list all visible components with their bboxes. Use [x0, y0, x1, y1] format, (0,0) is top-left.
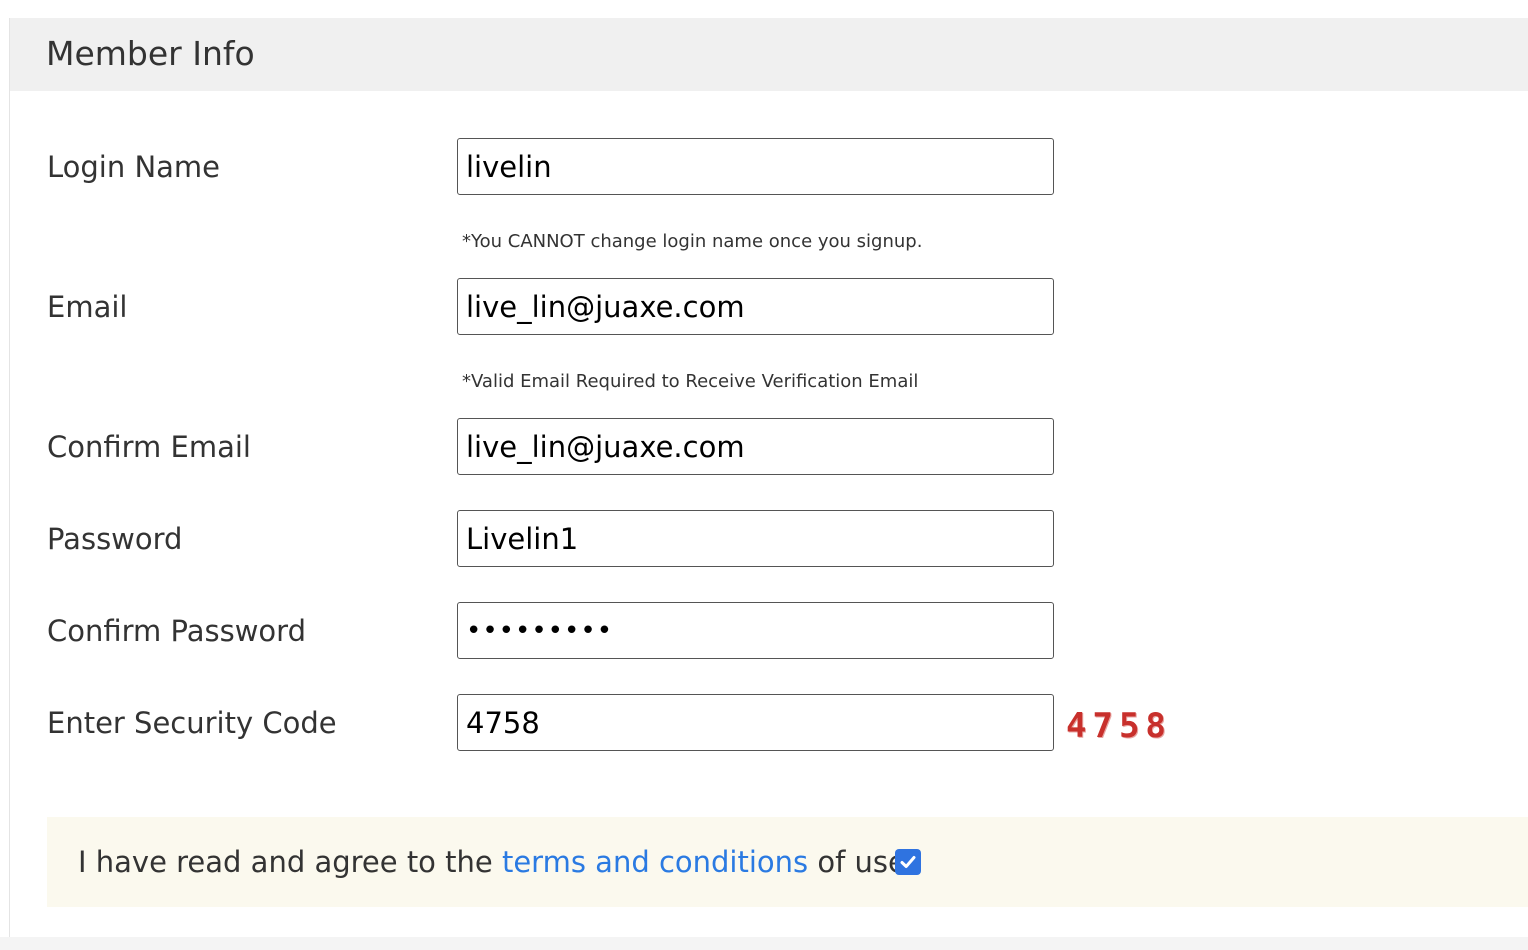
terms-prefix: I have read and agree to the — [78, 845, 502, 879]
login-name-label: Login Name — [47, 150, 221, 184]
confirm-email-label: Confirm Email — [47, 430, 251, 464]
email-hint: *Valid Email Required to Receive Verific… — [462, 371, 919, 392]
terms-agreement-box: I have read and agree to the terms and c… — [47, 817, 1528, 907]
password-input[interactable] — [457, 510, 1054, 567]
security-code-input[interactable] — [457, 694, 1054, 751]
login-name-hint: *You CANNOT change login name once you s… — [462, 231, 923, 252]
terms-suffix: of use — [808, 845, 906, 879]
terms-checkbox[interactable] — [895, 849, 921, 875]
checkmark-icon — [900, 856, 916, 868]
footer-divider — [0, 937, 1528, 950]
terms-link[interactable]: terms and conditions — [502, 845, 808, 879]
login-name-input[interactable] — [457, 138, 1054, 195]
email-label: Email — [47, 290, 128, 324]
panel-title: Member Info — [46, 34, 255, 73]
security-code-label: Enter Security Code — [47, 706, 337, 740]
confirm-email-input[interactable] — [457, 418, 1054, 475]
email-input[interactable] — [457, 278, 1054, 335]
terms-agreement-text: I have read and agree to the terms and c… — [78, 844, 906, 880]
confirm-password-input[interactable] — [457, 602, 1054, 659]
captcha-image: 4758 — [1066, 706, 1172, 746]
confirm-password-label: Confirm Password — [47, 614, 306, 648]
panel-header: Member Info — [10, 18, 1528, 91]
password-label: Password — [47, 522, 183, 556]
